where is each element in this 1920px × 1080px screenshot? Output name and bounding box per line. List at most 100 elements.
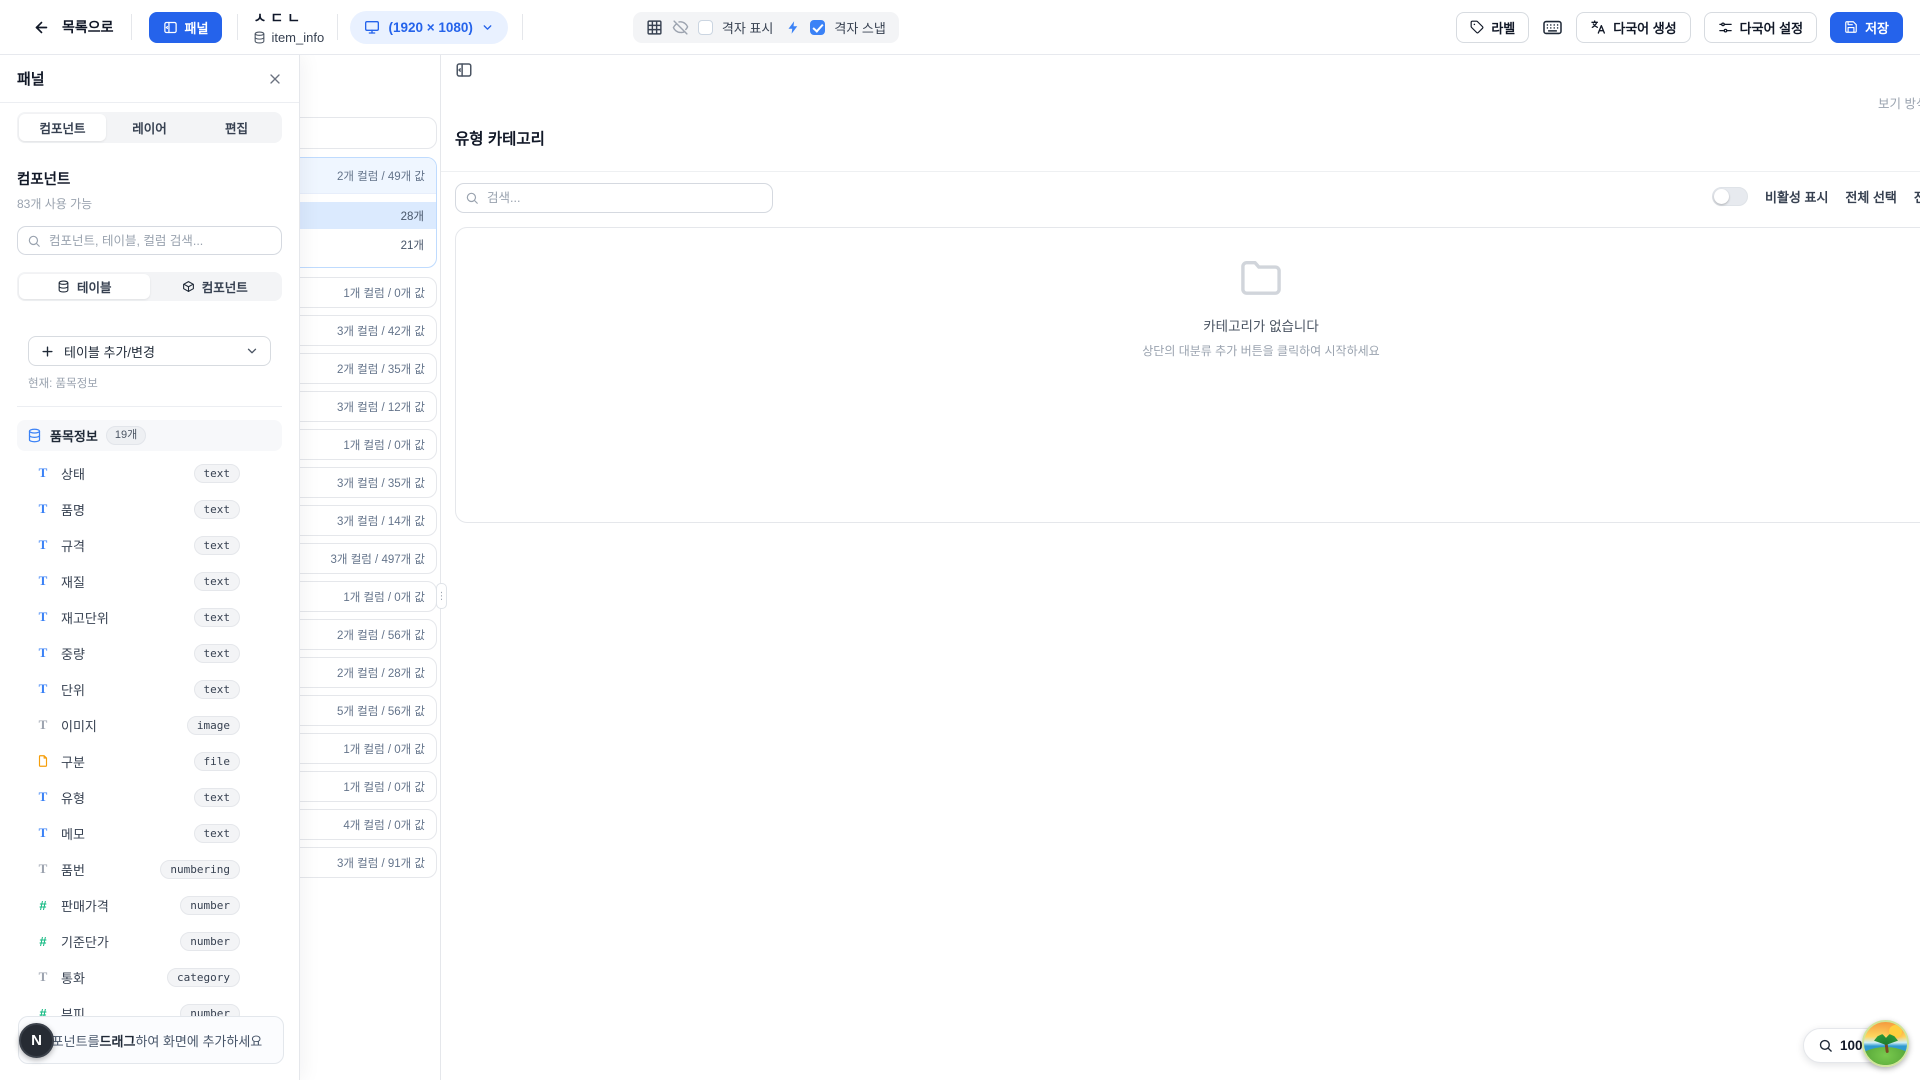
field-row[interactable]: T품번numbering [17,851,282,887]
translate-icon [1590,19,1606,35]
file-orange-icon [33,754,53,768]
text-gray-icon: T [33,969,53,985]
grid-snap-checkbox[interactable] [810,20,825,35]
field-type-badge: text [194,608,241,627]
table-name: 품목정보 [50,426,98,445]
hash-green-icon: # [33,898,53,913]
field-row[interactable]: # 판매가격number [17,887,282,923]
current-table-label: 현재: 품목정보 [28,375,271,391]
label-button[interactable]: 라벨 [1456,12,1529,43]
field-type-badge: number [180,932,240,951]
field-row[interactable]: T단위text [17,671,282,707]
field-label: 품번 [61,860,160,879]
field-row[interactable]: T 규격text [17,527,282,563]
panel-title: 패널 [17,68,45,89]
field-type-badge: number [180,896,240,915]
resolution-dropdown[interactable]: (1920 × 1080) [350,11,507,44]
section-subtitle: 83개 사용 가능 [17,195,282,212]
hash-green-icon: # [33,934,53,949]
section-title: 컴포넌트 [17,168,282,189]
category-search-input[interactable] [455,183,773,213]
field-type-badge: text [194,644,241,663]
field-row[interactable]: T상태text [17,455,282,491]
field-label: 유형 [61,788,194,807]
field-type-badge: text [194,500,241,519]
text-blue-icon: T [33,537,53,553]
field-row[interactable]: #기준단가number [17,923,282,959]
panel-header: 패널 [0,55,299,103]
back-to-list-button[interactable]: 목록으로 [33,17,114,37]
grid-show-checkbox[interactable] [698,20,713,35]
mode-component[interactable]: 컴포넌트 [150,274,281,299]
mode-table[interactable]: 테이블 [19,274,150,299]
divider [17,406,282,407]
field-row[interactable]: 구분file [17,743,282,779]
keyboard-icon[interactable] [1542,19,1563,36]
field-row[interactable]: T중량text [17,635,282,671]
cube-icon [182,280,195,293]
field-label: 규격 [61,536,194,555]
island-extension-icon[interactable] [1862,1020,1909,1067]
text-gray-icon: T [33,717,53,733]
clipped-action-button[interactable]: 전 [1914,187,1920,206]
i18n-generate-button[interactable]: 다국어 생성 [1576,12,1690,43]
field-label: 품명 [61,500,194,519]
field-list: T상태textT품명textT규격textT재질textT재고단위textT중량… [17,455,282,1031]
canvas-area: 보기 방식 유형 카테고리 비활성 표시 전체 선택 전 카테고리가 없습니다 … [441,55,1920,1080]
table-item[interactable]: 품목정보 19개 [17,420,282,451]
plus-icon [40,344,55,359]
field-row[interactable]: T재질text [17,563,282,599]
field-label: 통화 [61,968,167,987]
field-row[interactable]: T 품명text [17,491,282,527]
panel-toggle-button[interactable]: 패널 [149,12,223,43]
column-resize-handle[interactable]: ⋮ [436,583,447,609]
panel-search-input[interactable] [17,226,282,255]
database-icon [253,31,266,44]
field-label: 메모 [61,824,194,843]
tab-components[interactable]: 컴포넌트 [19,114,106,141]
text-blue-icon: T [33,501,53,517]
field-row[interactable]: T재고단위text [17,599,282,635]
divider [337,14,338,40]
i18n-settings-button[interactable]: 다국어 설정 [1704,12,1817,43]
search-icon [465,191,479,205]
text-blue-icon: T [33,825,53,841]
left-panel: 패널 컴포넌트 레이어 편집 컴포넌트 83개 사용 가능 테이블 [0,55,300,1080]
add-table-dropdown[interactable]: 테이블 추가/변경 [28,336,271,366]
back-arrow-icon [33,19,50,36]
monitor-icon [364,19,380,35]
chevron-down-icon [481,21,494,34]
field-type-badge: text [194,536,241,555]
divider [441,171,1920,172]
field-label: 판매가격 [61,896,180,915]
field-label: 재질 [61,572,194,591]
field-row[interactable]: T통화category [17,959,282,995]
field-label: 구분 [61,752,194,771]
category-empty-state: 카테고리가 없습니다 상단의 대분류 추가 버튼을 클릭하여 시작하세요 [455,227,1920,523]
empty-state-subtitle: 상단의 대분류 추가 버튼을 클릭하여 시작하세요 [1142,342,1379,359]
field-type-badge: text [194,464,241,483]
panel-left-icon [163,20,178,35]
panel-tabs: 컴포넌트 레이어 편집 [17,112,282,143]
text-gray-icon: T [33,861,53,877]
toolbar-right-group: 라벨 다국어 생성 다국어 설정 저장 [1456,12,1903,43]
save-button[interactable]: 저장 [1830,12,1903,43]
select-all-button[interactable]: 전체 선택 [1845,187,1896,206]
text-blue-icon: T [33,609,53,625]
divider [131,14,132,40]
field-row[interactable]: T유형text [17,779,282,815]
field-row[interactable]: T이미지image [17,707,282,743]
bound-table: item_info [253,30,325,45]
text-blue-icon: T [33,789,53,805]
tab-edit[interactable]: 편집 [193,114,280,141]
tab-layers[interactable]: 레이어 [106,114,193,141]
inactive-toggle[interactable] [1712,187,1748,206]
brand-logo-button[interactable]: N [19,1023,54,1058]
panel-open-icon[interactable] [455,61,473,84]
canvas-controls: 비활성 표시 전체 선택 전 [1712,187,1920,206]
database-icon [27,428,42,443]
database-icon [57,280,70,293]
close-icon[interactable] [267,71,283,87]
field-row[interactable]: T메모text [17,815,282,851]
zoom-value: 100 [1840,1038,1863,1053]
